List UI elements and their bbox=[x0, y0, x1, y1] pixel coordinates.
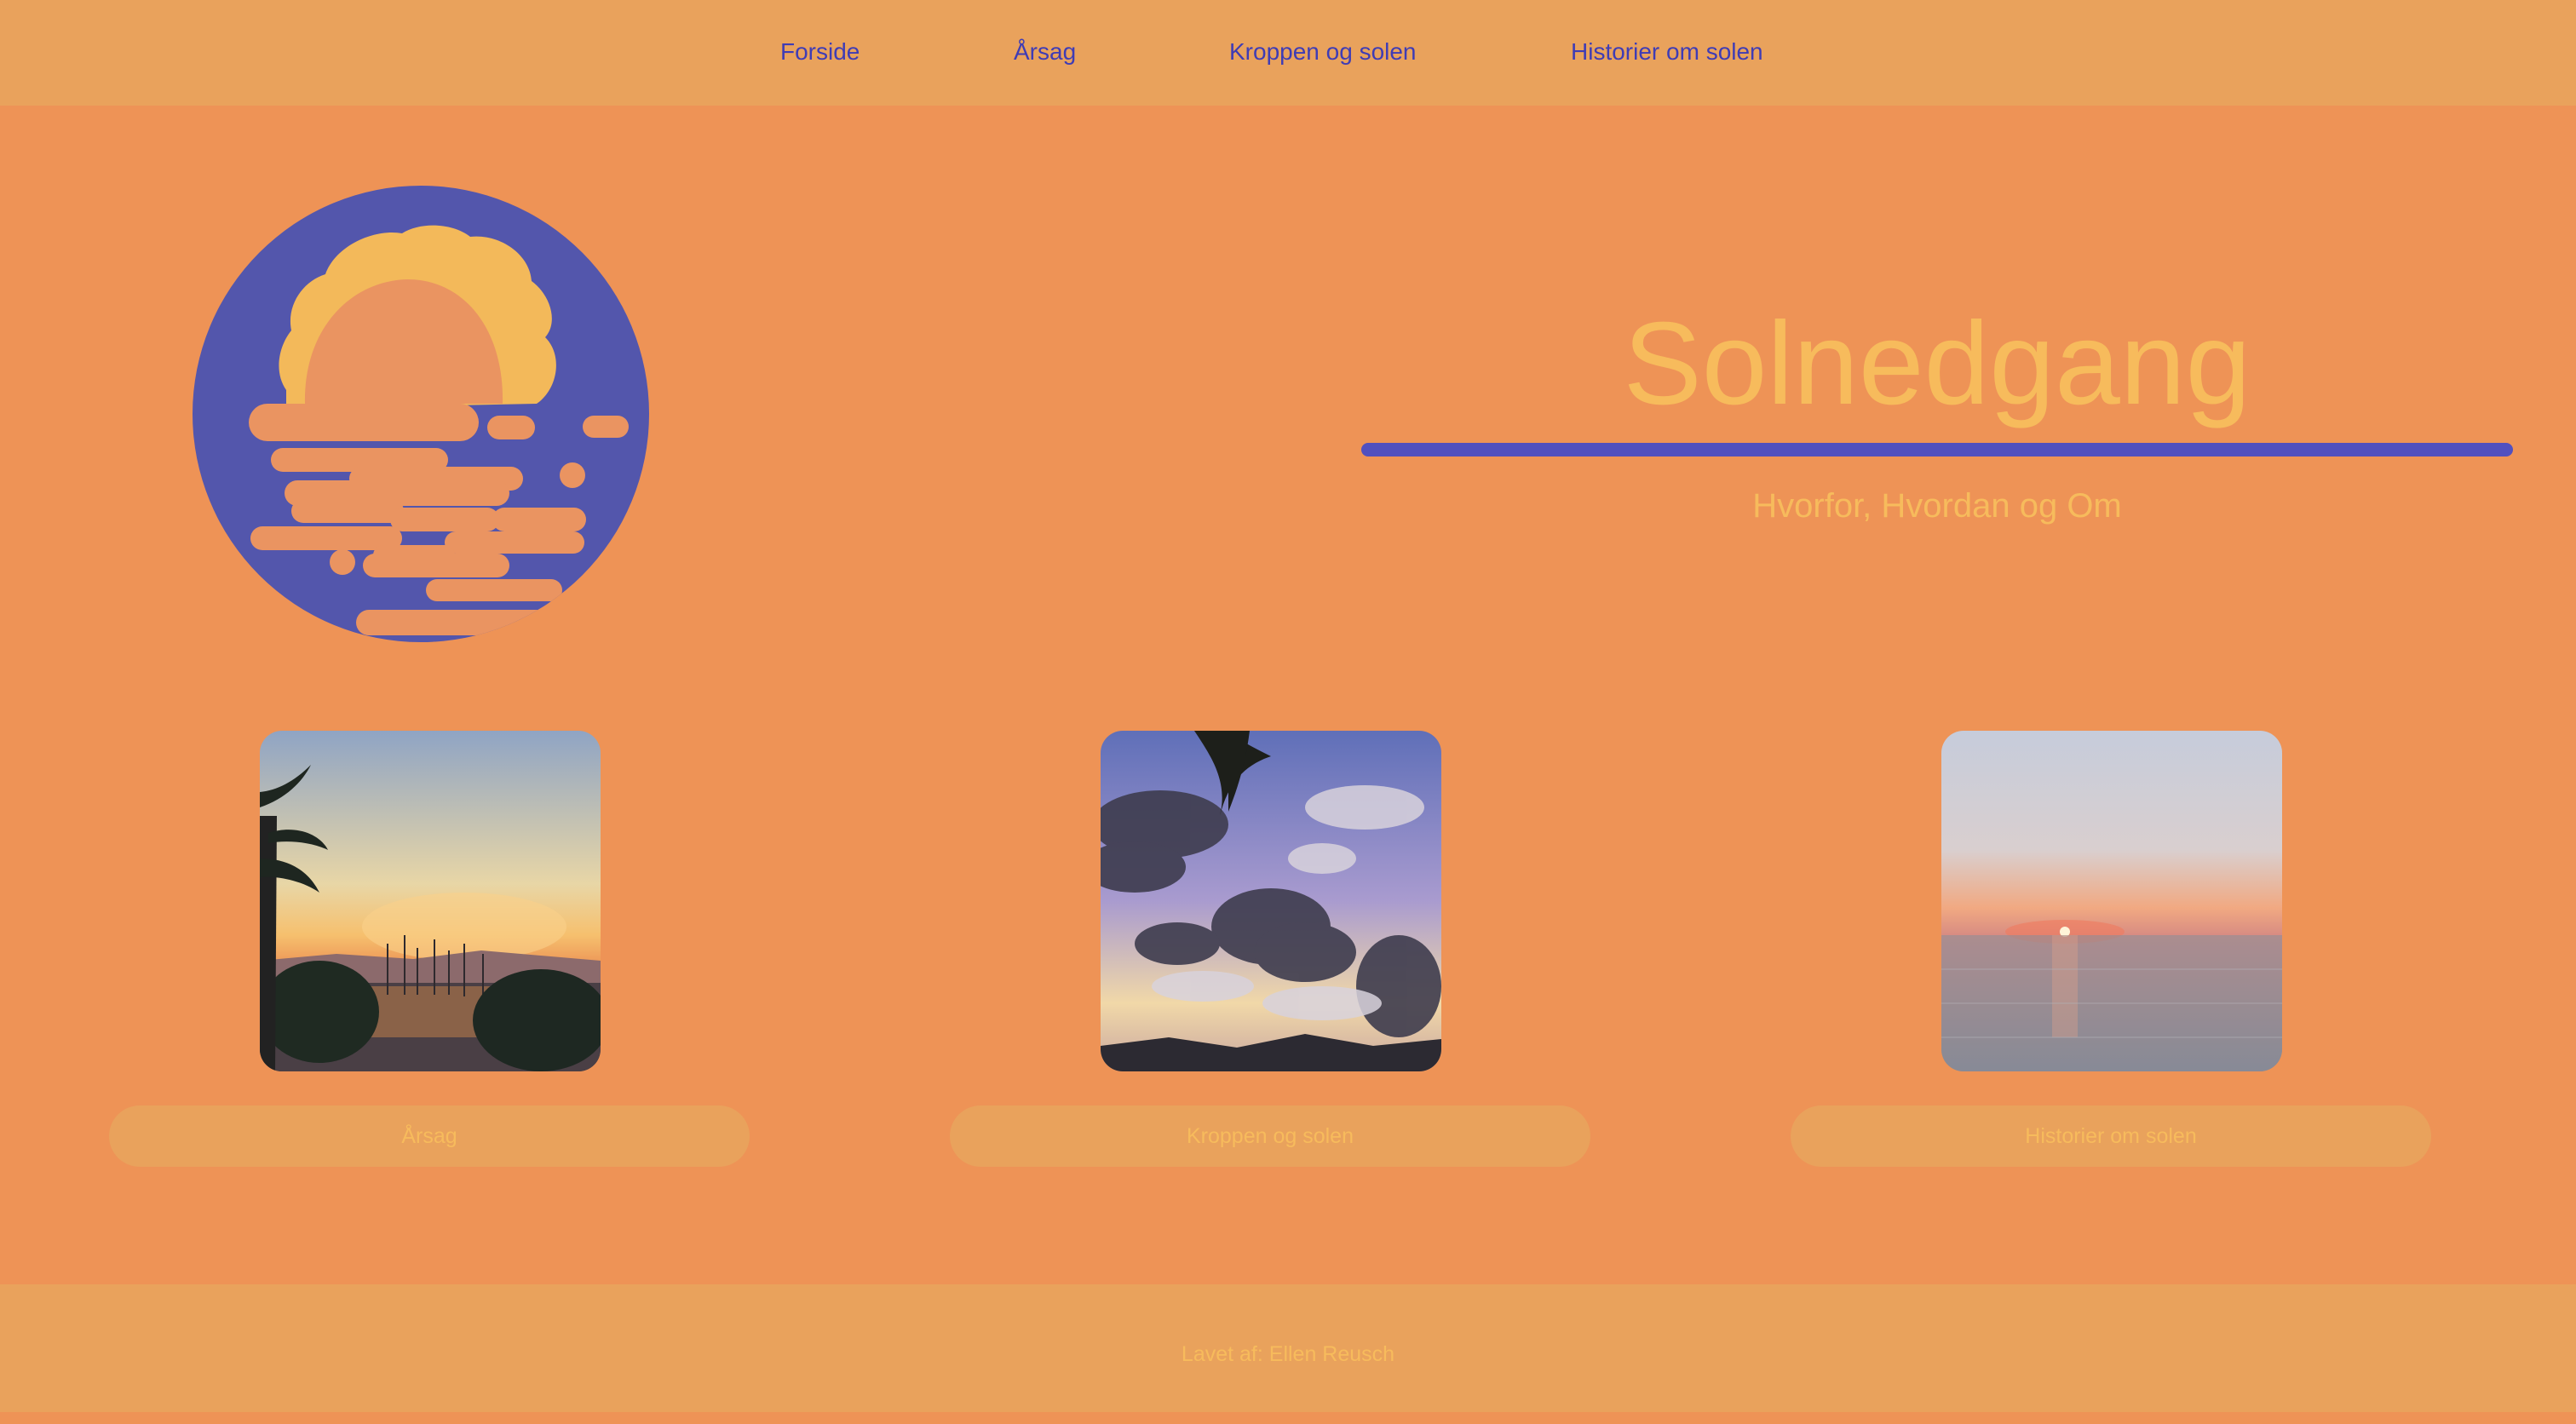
footer: Lavet af: Ellen Reusch bbox=[0, 1284, 2576, 1412]
sunset-over-water-icon bbox=[193, 186, 649, 642]
historier-om-solen-button[interactable]: Historier om solen bbox=[1791, 1105, 2431, 1167]
kroppen-og-solen-button[interactable]: Kroppen og solen bbox=[950, 1105, 1590, 1167]
cloudy-sky-photo bbox=[1101, 731, 1441, 1071]
sea-sunset-photo bbox=[1941, 731, 2282, 1071]
nav-link-kroppen-og-solen[interactable]: Kroppen og solen bbox=[1229, 0, 1417, 106]
title-divider bbox=[1361, 443, 2513, 456]
arsag-button[interactable]: Årsag bbox=[109, 1105, 750, 1167]
nav-link-forside[interactable]: Forside bbox=[780, 0, 860, 106]
nav-link-historier-om-solen[interactable]: Historier om solen bbox=[1571, 0, 1763, 106]
page-subtitle: Hvorfor, Hvordan og Om bbox=[1752, 487, 2122, 525]
footer-credit: Lavet af: Ellen Reusch bbox=[1181, 1342, 1395, 1366]
top-navigation: Forside Årsag Kroppen og solen Historier… bbox=[0, 0, 2576, 106]
page-title: Solnedgang bbox=[1623, 298, 2251, 429]
harbor-sunset-photo bbox=[260, 731, 601, 1071]
main-content: Solnedgang Hvorfor, Hvordan og Om Årsag … bbox=[0, 106, 2576, 1284]
nav-link-arsag[interactable]: Årsag bbox=[1014, 0, 1076, 106]
